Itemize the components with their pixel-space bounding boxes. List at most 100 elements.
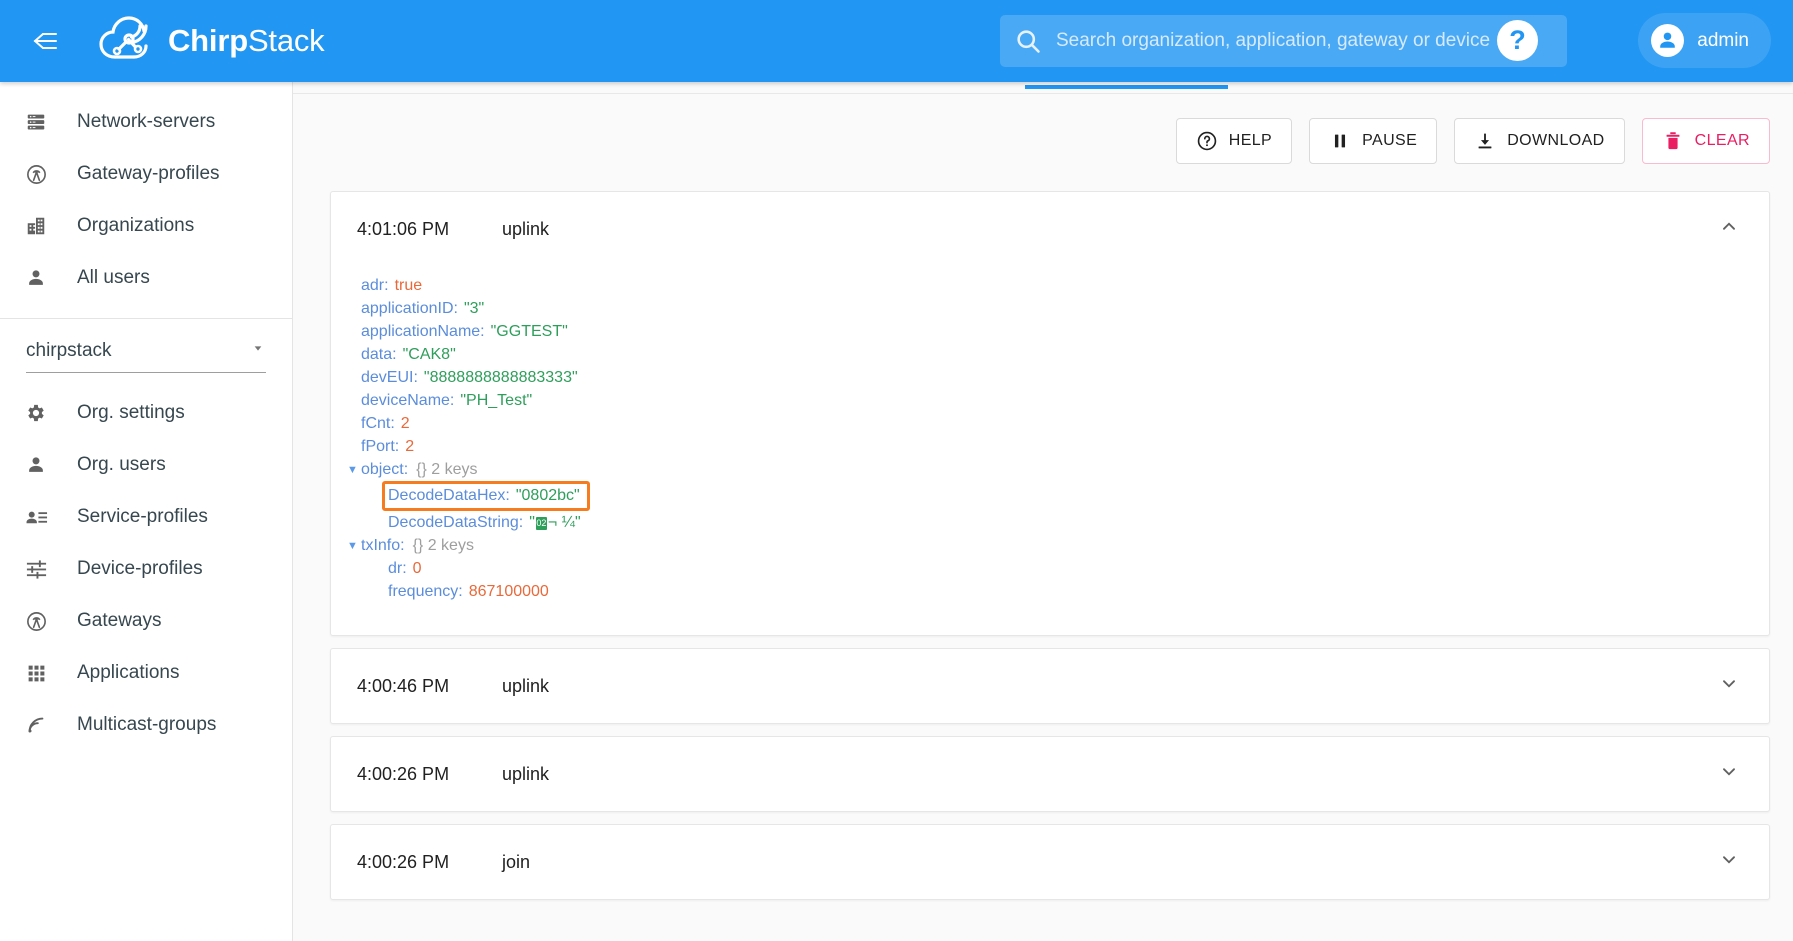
antenna-icon [19,157,53,191]
json-row-fcnt: fCnt: 2 [361,412,1769,435]
event-time: 4:00:26 PM [357,851,450,872]
json-row-decodedatastring: DecodeDataString: "02¬ ¼" [361,511,1769,534]
organization-select-value: chirpstack [26,339,112,361]
sidebar-item-org-users[interactable]: Org. users [0,439,292,491]
top-app-bar: ChirpStack ? admin [0,0,1793,82]
sidebar-item-label: Gateway-profiles [77,163,220,184]
json-row-applicationid: applicationID: "3" [361,297,1769,320]
building-icon [19,209,53,243]
user-menu-button[interactable]: admin [1638,13,1771,68]
json-row-adr: adr: true [361,274,1769,297]
antenna-icon [19,604,53,638]
brand-title-bold: Chirp [168,23,248,58]
active-tab-indicator [1025,85,1228,89]
events-toolbar: HELP PAUSE DOWNLOAD CLEAR [293,94,1793,164]
event-card-header[interactable]: 4:00:26 PM uplink [331,737,1769,811]
json-row-txinfo[interactable]: ▼ txInfo: {} 2 keys [347,534,1769,557]
event-time: 4:00:46 PM [357,675,450,696]
help-icon[interactable]: ? [1497,20,1538,61]
json-row-data: data: "CAK8" [361,343,1769,366]
clear-button[interactable]: CLEAR [1641,118,1770,164]
chevron-down-icon[interactable] [1718,849,1740,876]
caret-down-icon[interactable]: ▼ [347,533,361,559]
sidebar-item-label: Multicast-groups [77,714,217,735]
event-time: 4:01:06 PM [357,218,450,239]
pause-icon [1335,134,1346,148]
caret-down-icon[interactable]: ▼ [347,457,361,483]
server-icon [19,105,53,139]
search-input[interactable] [1042,15,1567,67]
sidebar-item-gateways[interactable]: Gateways [0,595,292,647]
sidebar-divider [0,318,292,319]
event-card-header[interactable]: 4:00:26 PM join [331,825,1769,899]
json-row-object[interactable]: ▼ object: {} 2 keys [347,458,1769,481]
event-json-viewer: adr: true applicationID: "3" application… [331,266,1769,635]
clear-button-label: CLEAR [1694,132,1750,149]
user-name-label: admin [1697,29,1749,51]
pause-button[interactable]: PAUSE [1309,118,1438,164]
sidebar-item-org-settings[interactable]: Org. settings [0,387,292,439]
help-circle-icon [1197,131,1216,151]
person-list-icon [19,500,53,534]
sidebar-nav: Network-servers Gateway-profiles Organiz… [0,82,293,941]
search-icon [1017,30,1040,53]
chevron-down-icon [250,340,266,361]
help-button[interactable]: HELP [1175,118,1293,164]
help-icon-glyph: ? [1509,25,1526,55]
sliders-icon [19,552,53,586]
json-key: object: [361,460,409,478]
sidebar-item-applications[interactable]: Applications [0,647,292,699]
event-card-expanded: 4:01:06 PM uplink adr: true applicationI… [330,191,1770,636]
event-list: 4:01:06 PM uplink adr: true applicationI… [293,164,1793,900]
json-value-midchar: ¬ [547,513,558,531]
sidebar-item-label: Org. settings [77,402,185,423]
download-button[interactable]: DOWNLOAD [1454,118,1625,164]
event-card-header[interactable]: 4:01:06 PM uplink [331,192,1769,266]
sidebar-item-label: Gateways [77,610,162,631]
download-button-label: DOWNLOAD [1507,132,1605,149]
event-card-collapsed: 4:00:26 PM uplink [330,736,1770,812]
json-value-quote-open: " [529,513,535,531]
chevron-up-icon[interactable] [1718,216,1740,243]
organization-select[interactable]: chirpstack [26,335,266,373]
person-icon [19,261,53,295]
json-value-decodedatastring: "02¬ ¼" [529,510,581,536]
sidebar-item-label: Service-profiles [77,506,208,527]
event-type: uplink [502,675,550,696]
event-card-header[interactable]: 4:00:46 PM uplink [331,649,1769,723]
brand-logo-link[interactable]: ChirpStack [98,15,325,67]
json-meta: {} 2 keys [412,536,474,554]
json-value: 867100000 [468,582,549,600]
sidebar-item-device-profiles[interactable]: Device-profiles [0,543,292,595]
main-content: HELP PAUSE DOWNLOAD CLEAR 4:01:06 PM upl… [293,82,1793,941]
json-row-devicename: deviceName: "PH_Test" [361,389,1769,412]
event-time: 4:00:26 PM [357,763,450,784]
chevron-down-icon[interactable] [1718,673,1740,700]
json-row-decodedatahex: DecodeDataHex: "0802bc" [361,481,1769,511]
sidebar-item-network-servers[interactable]: Network-servers [0,96,292,148]
person-icon [19,448,53,482]
sidebar-item-label: Device-profiles [77,558,203,579]
sidebar-item-label: Org. users [77,454,166,475]
chevron-down-icon[interactable] [1718,761,1740,788]
json-value-suffix: ¼" [557,513,581,531]
sidebar-item-label: Applications [77,662,180,683]
rss-broadcast-icon [19,708,53,742]
sidebar-item-all-users[interactable]: All users [0,252,292,304]
json-meta: {} 2 keys [416,460,478,478]
sidebar-item-organizations[interactable]: Organizations [0,200,292,252]
sidebar-item-multicast-groups[interactable]: Multicast-groups [0,699,292,751]
json-key: frequency: [388,582,463,600]
sidebar-item-label: Network-servers [77,111,216,132]
sidebar-item-service-profiles[interactable]: Service-profiles [0,491,292,543]
json-row-deveui: devEUI: "8888888888883333" [361,366,1769,389]
global-search[interactable] [1000,15,1567,67]
json-row-fport: fPort: 2 [361,435,1769,458]
json-row-dr: dr: 0 [361,557,1769,580]
chirpstack-cloud-icon [99,16,148,59]
decodedatahex-highlight: DecodeDataHex: "0802bc" [382,481,590,511]
collapse-menu-icon[interactable] [17,14,71,68]
json-key: DecodeDataHex: [388,487,510,504]
json-value: "GGTEST" [490,322,568,340]
sidebar-item-gateway-profiles[interactable]: Gateway-profiles [0,148,292,200]
